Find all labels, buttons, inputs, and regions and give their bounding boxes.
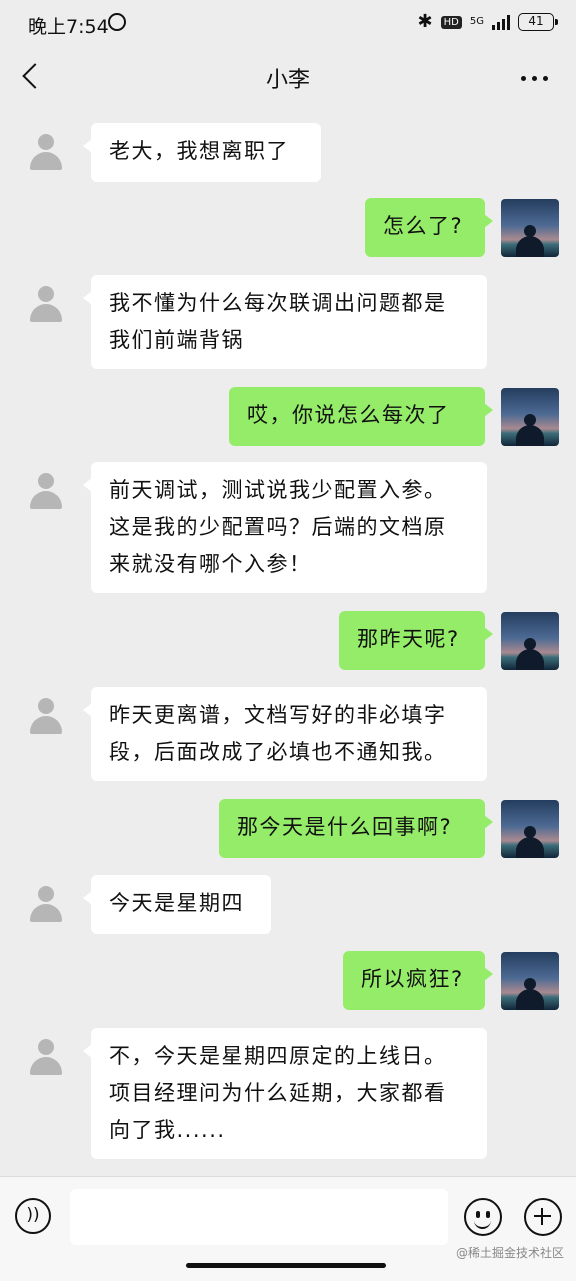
user-avatar[interactable] [501, 800, 559, 858]
contact-avatar[interactable] [26, 471, 66, 511]
message-bubble[interactable]: 那今天是什么回事啊? [219, 799, 493, 858]
emoji-button[interactable] [464, 1198, 502, 1236]
message-input[interactable] [70, 1189, 448, 1245]
more-options-icon[interactable] [521, 76, 548, 81]
user-avatar[interactable] [501, 199, 559, 257]
user-avatar[interactable] [501, 388, 559, 446]
chat-header: 小李 [0, 50, 576, 106]
message-bubble[interactable]: 哎，你说怎么每次了 [229, 387, 493, 446]
contact-avatar[interactable] [26, 1037, 66, 1077]
alarm-icon [108, 13, 126, 31]
contact-avatar[interactable] [26, 132, 66, 172]
message-bubble[interactable]: 怎么了? [365, 198, 493, 257]
user-avatar[interactable] [501, 612, 559, 670]
bluetooth-icon: ✱ [417, 11, 433, 32]
status-bar: 晚上7:54 ✱ HD 5G 41 [0, 0, 576, 50]
voice-input-button[interactable]: )) [15, 1198, 51, 1234]
status-icons: ✱ HD 5G 41 [417, 11, 558, 32]
more-actions-button[interactable] [524, 1198, 562, 1236]
user-avatar[interactable] [501, 952, 559, 1010]
contact-avatar[interactable] [26, 284, 66, 324]
message-bubble[interactable]: 我不懂为什么每次联调出问题都是 我们前端背锅 [83, 275, 487, 369]
contact-avatar[interactable] [26, 696, 66, 736]
message-bubble[interactable]: 今天是星期四 [83, 875, 271, 934]
message-bubble[interactable]: 老大，我想离职了 [83, 123, 321, 182]
message-bubble[interactable]: 昨天更离谱，文档写好的非必填字 段，后面改成了必填也不通知我。 [83, 687, 487, 781]
battery-icon: 41 [518, 13, 558, 31]
message-list[interactable]: 老大，我想离职了 怎么了? 我不懂为什么每次联调出问题都是 我们前端背锅 哎，你… [0, 110, 576, 1170]
message-bubble[interactable]: 不，今天是星期四原定的上线日。 项目经理问为什么延期，大家都看 向了我.....… [83, 1028, 487, 1159]
home-indicator[interactable] [186, 1263, 386, 1268]
message-bubble[interactable]: 所以疯狂? [343, 951, 493, 1010]
smiley-icon [474, 1218, 491, 1229]
status-time: 晚上7:54 [28, 16, 109, 38]
hd-badge: HD [440, 15, 462, 29]
chat-title: 小李 [265, 68, 310, 93]
network-type: 5G [469, 16, 484, 27]
message-bubble[interactable]: 那昨天呢? [339, 611, 493, 670]
contact-avatar[interactable] [26, 884, 66, 924]
message-bubble[interactable]: 前天调试，测试说我少配置入参。 这是我的少配置吗？后端的文档原 来就没有哪个入参… [83, 462, 487, 593]
signal-icon [492, 14, 510, 30]
watermark: @稀土掘金技术社区 [455, 1246, 564, 1260]
